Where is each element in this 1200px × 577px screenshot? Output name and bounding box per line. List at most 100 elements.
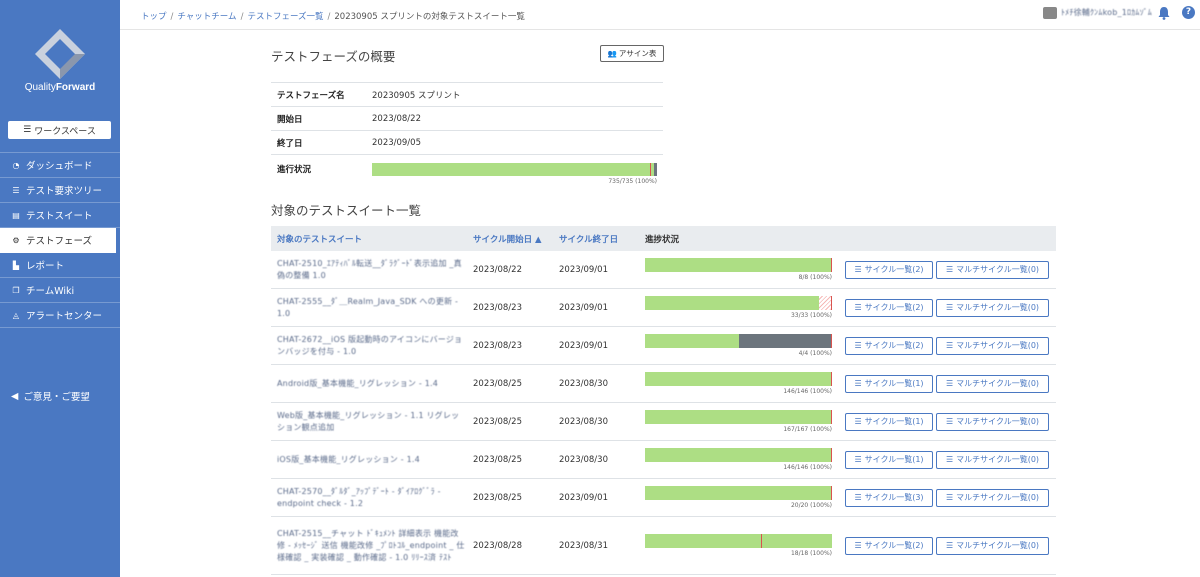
list-icon: ☰: [945, 541, 954, 550]
sidebar-item-requirements-tree[interactable]: ☰ テスト要求ツリー: [0, 178, 120, 203]
list-icon: ☰: [854, 541, 862, 550]
list-icon: ☰: [945, 493, 954, 502]
progress-caption: 146/146 (100%): [783, 464, 832, 471]
cycle-start-cell: 2023/08/23: [473, 340, 522, 351]
progress-cell: 8/8 (100%): [645, 258, 845, 281]
list-icon: ☰: [854, 341, 862, 350]
multi-cycle-list-button[interactable]: ☰ マルチサイクル一覧(0): [936, 336, 1049, 355]
progress-caption: 167/167 (100%): [783, 426, 832, 433]
bell-icon: ◬: [12, 310, 20, 320]
progress-cell: 146/146 (100%): [645, 372, 845, 395]
cycle-list-button[interactable]: ☰ サイクル一覧(1): [845, 412, 933, 431]
cycle-list-button[interactable]: ☰ サイクル一覧(2): [845, 536, 933, 555]
multi-cycle-list-button[interactable]: ☰ マルチサイクル一覧(0): [936, 412, 1049, 431]
logo-mark-icon: [35, 29, 85, 79]
list-icon: ☰: [854, 493, 862, 502]
sidebar-item-test-suite[interactable]: ▤ テストスイート: [0, 203, 120, 228]
column-cycle-start[interactable]: サイクル開始日 ▲: [473, 233, 559, 245]
progress-cell: 4/4 (100%): [645, 334, 845, 357]
suite-name-link[interactable]: CHAT-2570__ﾀﾞﾙﾀﾞ_ｱｯﾌﾟﾃﾞｰﾄ - ﾀﾞｲｱﾛｸﾞﾞﾗ - …: [277, 487, 441, 508]
cycle-list-button[interactable]: ☰ サイクル一覧(1): [845, 450, 933, 469]
list-icon: ☰: [945, 265, 954, 274]
cycle-start-cell: 2023/08/25: [473, 492, 522, 503]
logo[interactable]: QualityForward: [0, 22, 120, 102]
action-buttons: ☰ サイクル一覧(2) ☰ マルチサイクル一覧(0): [845, 336, 1049, 355]
breadcrumb: トップ / チャットチーム / テストフェーズ一覧/20230905 スプリントの対象テ…: [141, 12, 525, 22]
cycle-start-cell: 2023/08/25: [473, 416, 522, 427]
breadcrumb-phase-list[interactable]: テストフェーズ一覧: [247, 12, 323, 22]
sidebar-item-dashboard[interactable]: ◔ ダッシュボード: [0, 153, 120, 178]
cycle-end-cell: 2023/09/01: [559, 302, 608, 313]
overview-row-name: テストフェーズ名 20230905 スプリント: [271, 82, 663, 106]
assign-table-button[interactable]: 👥 アサイン表: [600, 45, 664, 62]
suite-name-link[interactable]: CHAT-2672__iOS 版起動時のアイコンにバージョンバッジを付与 - 1…: [277, 335, 462, 356]
sidebar-item-test-phase[interactable]: ⚙ テストフェーズ: [0, 228, 116, 253]
list-icon: ☰: [854, 379, 862, 388]
multi-cycle-list-button[interactable]: ☰ マルチサイクル一覧(0): [936, 260, 1049, 279]
list-icon: ☰: [23, 125, 32, 135]
table-row: CHAT-2515__チャット ﾄﾞｷｭﾒﾝﾄ 詳細表示 機能改修 - ﾒｯｾｰ…: [271, 517, 1056, 575]
table-row: Web版_基本機能_リグレッション - 1.1 リグレッション観点追加 2023/…: [271, 403, 1056, 441]
cycle-end-cell: 2023/08/30: [559, 454, 608, 465]
list-icon: ☰: [945, 303, 954, 312]
multi-cycle-list-button[interactable]: ☰ マルチサイクル一覧(0): [936, 374, 1049, 393]
list-icon: ☰: [945, 341, 954, 350]
phase-icon: ⚙: [12, 235, 20, 245]
progress-remaining: [738, 334, 832, 348]
multi-cycle-list-button[interactable]: ☰ マルチサイクル一覧(0): [936, 298, 1049, 317]
progress-marker: [760, 534, 762, 548]
progress-caption: 4/4 (100%): [798, 350, 832, 357]
column-suite-name[interactable]: 対象のテストスイート: [271, 233, 473, 245]
sidebar-item-alert-center[interactable]: ◬ アラートセンター: [0, 303, 120, 328]
avatar: [1042, 7, 1057, 19]
suite-name-link[interactable]: iOS版_基本機能_リグレッション - 1.4: [277, 455, 420, 464]
cycle-start-cell: 2023/08/22: [473, 264, 522, 275]
suite-name-link[interactable]: CHAT-2555__ﾀﾞ＿Realm_Java_SDK への更新 - 1.0: [277, 297, 458, 318]
progress-cell: 33/33 (100%): [645, 296, 845, 319]
cycle-start-cell: 2023/08/23: [473, 302, 522, 313]
workspace-button[interactable]: ☰ ワークスペース: [8, 121, 111, 139]
multi-cycle-list-button[interactable]: ☰ マルチサイクル一覧(0): [936, 536, 1049, 555]
cycle-list-button[interactable]: ☰ サイクル一覧(2): [845, 298, 933, 317]
list-icon: ☰: [945, 455, 954, 464]
user-menu[interactable]: ﾄﾒﾁ徐輔ｸﾝﾑkob_1ﾛｶﾑｿﾞﾑ: [1042, 7, 1152, 19]
overview-title: テストフェーズの概要: [271, 49, 396, 64]
list-icon: ☰: [854, 303, 862, 312]
breadcrumb-current: 20230905 スプリントの対象テストスイート一覧: [334, 12, 525, 22]
progress-caption: 18/18 (100%): [790, 550, 832, 557]
table-row: iOS版_基本機能_リグレッション - 1.4 2023/08/25 2023/08…: [271, 441, 1056, 479]
suite-name-cell: Android版_基本機能_リグレッション - 1.4: [271, 378, 473, 390]
sidebar-item-report[interactable]: ▙ レポート: [0, 253, 120, 278]
multi-cycle-list-button[interactable]: ☰ マルチサイクル一覧(0): [936, 450, 1049, 469]
progress-marker: [831, 372, 832, 386]
action-buttons: ☰ サイクル一覧(2) ☰ マルチサイクル一覧(0): [845, 298, 1049, 317]
feedback-link[interactable]: ◀ ご意見・ご要望: [11, 389, 90, 404]
action-buttons: ☰ サイクル一覧(2) ☰ マルチサイクル一覧(0): [845, 260, 1049, 279]
suites-table-header: 対象のテストスイート サイクル開始日 ▲ サイクル終了日 進捗状況: [271, 226, 1056, 251]
column-cycle-end[interactable]: サイクル終了日: [559, 233, 645, 245]
suite-name-link[interactable]: CHAT-2515__チャット ﾄﾞｷｭﾒﾝﾄ 詳細表示 機能改修 - ﾒｯｾｰ…: [277, 529, 465, 562]
breadcrumb-top[interactable]: トップ: [141, 12, 167, 22]
user-name: ﾄﾒﾁ徐輔ｸﾝﾑkob_1ﾛｶﾑｿﾞﾑ: [1060, 8, 1152, 17]
help-icon[interactable]: ?: [1182, 6, 1195, 19]
cycle-list-button[interactable]: ☰ サイクル一覧(3): [845, 488, 933, 507]
suites-table: 対象のテストスイート サイクル開始日 ▲ サイクル終了日 進捗状況 CHAT-2…: [271, 226, 1056, 575]
action-buttons: ☰ サイクル一覧(1) ☰ マルチサイクル一覧(0): [845, 374, 1049, 393]
overview-table: テストフェーズ名 20230905 スプリント 開始日 2023/08/22 終了日…: [271, 82, 663, 186]
progress-cell: 146/146 (100%): [645, 448, 845, 471]
suite-name-link[interactable]: CHAT-2510_ｴｱﾃｨﾊﾞﾙ転送__ﾀﾞﾗｸﾞｰﾄﾞ表示追加 _真偽の整備…: [277, 259, 462, 280]
suite-progress-bar: [645, 486, 832, 500]
suite-name-link[interactable]: Web版_基本機能_リグレッション - 1.1 リグレッション観点追加: [277, 411, 459, 432]
suite-name-link[interactable]: Android版_基本機能_リグレッション - 1.4: [277, 379, 438, 388]
sidebar-item-team-wiki[interactable]: ❐ チームWiki: [0, 278, 120, 303]
top-bar: トップ / チャットチーム / テストフェーズ一覧/20230905 スプリントの対象テ…: [120, 0, 1200, 30]
cycle-list-button[interactable]: ☰ サイクル一覧(2): [845, 260, 933, 279]
notification-bell-icon[interactable]: [1158, 6, 1170, 20]
cycle-list-button[interactable]: ☰ サイクル一覧(2): [845, 336, 933, 355]
users-icon: 👥: [607, 49, 617, 58]
progress-cell: 167/167 (100%): [645, 410, 845, 433]
cycle-list-button[interactable]: ☰ サイクル一覧(1): [845, 374, 933, 393]
breadcrumb-team[interactable]: チャットチーム: [177, 12, 236, 22]
overview-row-progress: 進行状況 735/735 (100%): [271, 154, 663, 186]
multi-cycle-list-button[interactable]: ☰ マルチサイクル一覧(0): [936, 488, 1049, 507]
